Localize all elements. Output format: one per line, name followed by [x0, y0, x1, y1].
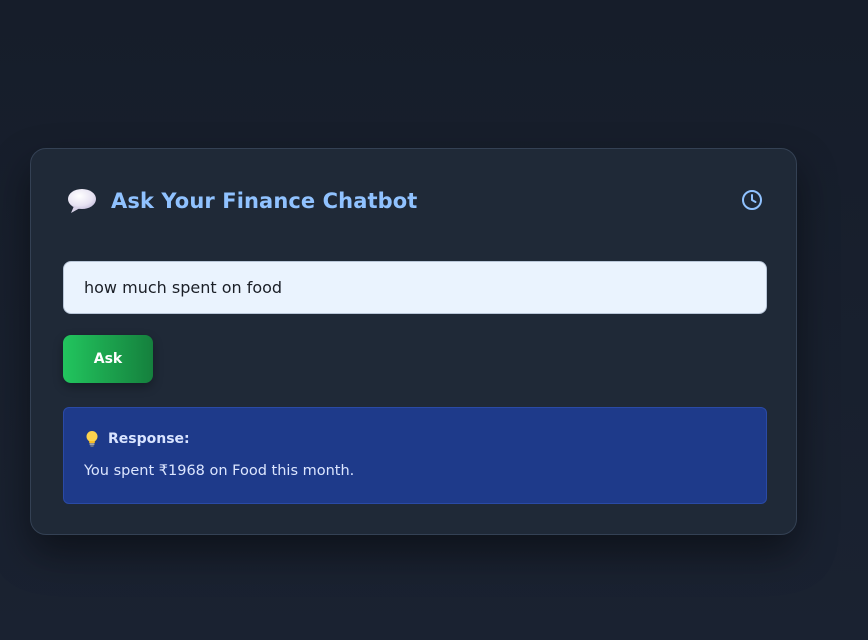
lightbulb-icon	[84, 430, 100, 448]
response-panel: Response: You spent ₹1968 on Food this m…	[63, 407, 767, 504]
response-label: Response:	[108, 431, 190, 447]
chatbot-card: Ask Your Finance Chatbot Ask Response: Y…	[30, 148, 797, 535]
page-title: Ask Your Finance Chatbot	[111, 189, 418, 213]
chatbot-header: Ask Your Finance Chatbot	[67, 185, 764, 217]
clock-icon[interactable]	[740, 188, 764, 212]
response-text: You spent ₹1968 on Food this month.	[84, 463, 355, 479]
response-header: Response:	[84, 430, 190, 448]
ask-button[interactable]: Ask	[63, 335, 153, 383]
question-input[interactable]	[63, 261, 767, 314]
speech-bubble-icon	[67, 188, 97, 214]
